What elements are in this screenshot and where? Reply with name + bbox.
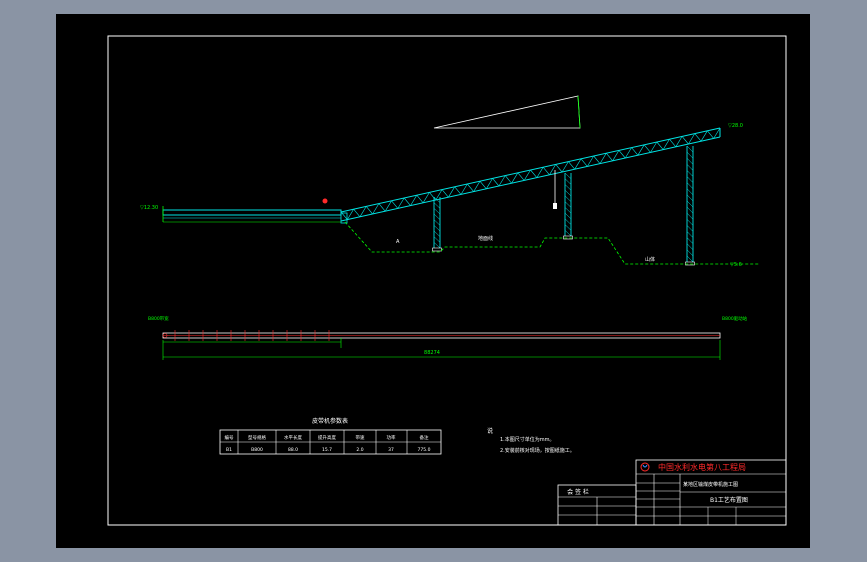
table-cell: 88.0 [288,447,298,453]
company-name: 中国水利水电第八工程局 [658,462,746,472]
plan-view [162,330,721,360]
table-header-cell: 编号 [225,434,234,441]
section-mark-label: A [396,239,400,245]
table-header-cell: 型号规格 [248,434,266,441]
table-cell: B800 [251,447,263,453]
table-header-cell: 水平长度 [284,434,302,441]
ground-elevation-label: ▽5.6 [730,262,742,268]
inner-frame [107,35,787,526]
angle-wedge [433,95,581,129]
note-line-1: 1.本图尺寸单位为mm。 [500,436,555,443]
plan-left-note: B800带宽 [148,315,169,322]
ground-line [344,221,760,265]
wedge-green-edge [577,95,581,129]
left-elevation-label: ▽12.30 [140,205,158,211]
drawing-title: B1工艺布置图 [710,496,748,504]
right-elevation-label: ▽28.0 [728,123,743,129]
hill-label: 山体 [645,256,655,263]
note-line-2: 2.安装前核对现场，按图纸施工。 [500,447,575,454]
table-cell: 37 [388,447,394,453]
cad-viewport[interactable]: ▽12.30 ▽28.0 A 地面线 山体 ▽5.6 B800带宽 B800驱动… [0,0,867,562]
table-header-cell: 提升高度 [318,434,336,441]
parameter-table: 编号 型号规格 水平长度 提升高度 带速 功率 备注 B1 B800 88.0 15.7 2.0 37 7… [219,429,442,455]
company-logo-icon [640,462,650,472]
plan-right-note: B800驱动站 [722,315,748,322]
table-header-cell: 备注 [420,434,429,441]
project-name: 某地区输煤皮带机施工图 [683,481,738,488]
tension-weight [553,203,557,209]
table-header-cell: 带速 [356,435,365,441]
table-title: 皮带机参数表 [312,417,348,425]
conveyor-drawing: ▽12.30 ▽28.0 A 地面线 山体 ▽5.6 B800带宽 B800驱动… [107,35,787,526]
notes-heading: 说 [487,427,493,435]
mid-ground-label: 地面线 [478,235,493,242]
stamp-label: 会 签 栏 [567,488,589,496]
table-cell: 15.7 [322,447,332,453]
inclined-truss [340,127,721,222]
station-marker-icon [322,198,328,204]
table-header-cell: 功率 [387,434,396,441]
table-cell: 775.0 [418,447,431,453]
table-cell: 2.0 [356,447,363,453]
table-cell: B1 [226,447,232,453]
plan-dimension: 88274 [424,350,440,356]
tail-section [162,206,348,224]
